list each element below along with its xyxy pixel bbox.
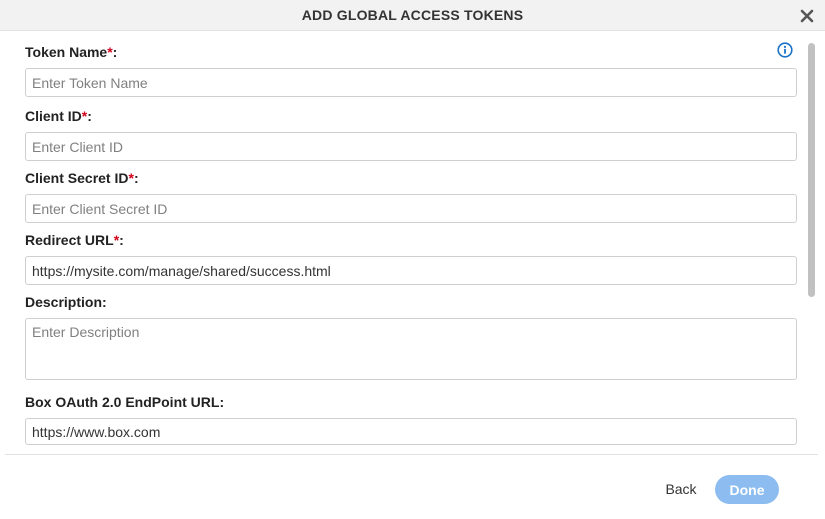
- footer-divider: [5, 454, 818, 455]
- back-button[interactable]: Back: [656, 475, 706, 503]
- dialog-title: ADD GLOBAL ACCESS TOKENS: [301, 7, 524, 23]
- info-button[interactable]: [777, 42, 793, 58]
- client-secret-id-input[interactable]: [25, 194, 797, 223]
- client-id-label: Client ID*:: [25, 108, 92, 124]
- dialog-header: ADD GLOBAL ACCESS TOKENS: [0, 0, 825, 31]
- add-global-access-tokens-dialog: ADD GLOBAL ACCESS TOKENS Token Name*: Cl…: [0, 0, 825, 519]
- client-secret-id-label: Client Secret ID*:: [25, 170, 139, 186]
- client-id-input[interactable]: [25, 132, 797, 161]
- description-textarea[interactable]: [25, 318, 797, 380]
- box-oauth-endpoint-url-input[interactable]: [25, 418, 797, 445]
- token-name-input[interactable]: [25, 68, 797, 97]
- redirect-url-label: Redirect URL*:: [25, 232, 124, 248]
- done-button[interactable]: Done: [715, 475, 779, 504]
- close-button[interactable]: [799, 8, 815, 24]
- close-icon: [800, 9, 814, 23]
- token-name-label: Token Name*:: [25, 44, 118, 60]
- info-icon: [777, 42, 793, 58]
- scrollbar-thumb[interactable]: [808, 43, 815, 297]
- box-oauth-endpoint-url-label: Box OAuth 2.0 EndPoint URL:: [25, 394, 225, 410]
- description-label: Description:: [25, 294, 107, 310]
- redirect-url-input[interactable]: [25, 256, 797, 285]
- dialog-body: Token Name*: Client ID*: Client Secret I…: [0, 31, 825, 454]
